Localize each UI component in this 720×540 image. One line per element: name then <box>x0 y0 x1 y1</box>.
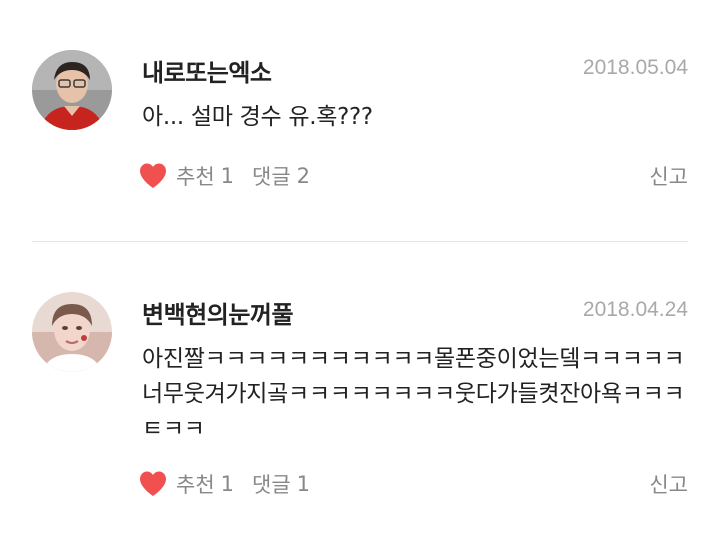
comment-text: 아진짤ㅋㅋㅋㅋㅋㅋㅋㅋㅋㅋㅋ몰폰중이었는뎈ㅋㅋㅋㅋㅋ너무웃겨가지곸ㅋㅋㅋㅋㅋㅋㅋ… <box>142 346 685 442</box>
comment-text: 아... 설마 경수 유.혹??? <box>142 104 373 130</box>
comment-item: 내로또는엑소 2018.05.04 아... 설마 경수 유.혹??? 추천 1… <box>0 0 720 241</box>
user-avatar[interactable] <box>32 292 112 372</box>
comment-actions: 추천 1 댓글 2 신고 <box>138 159 688 193</box>
heart-icon <box>138 470 168 498</box>
like-button[interactable]: 추천 1 <box>138 469 234 499</box>
comment-username[interactable]: 변백현의눈꺼풀 <box>142 295 294 330</box>
like-count: 1 <box>220 472 235 496</box>
heart-icon <box>138 162 168 190</box>
reply-button[interactable]: 댓글 2 <box>252 161 310 191</box>
comment-item: 변백현의눈꺼풀 2018.04.24 아진짤ㅋㅋㅋㅋㅋㅋㅋㅋㅋㅋㅋ몰폰중이었는뎈… <box>0 242 720 540</box>
reply-count: 1 <box>296 472 311 496</box>
like-label: 추천 <box>176 165 215 189</box>
report-button[interactable]: 신고 <box>649 161 688 191</box>
user-avatar-icon <box>32 50 112 130</box>
user-avatar-icon <box>32 292 112 372</box>
reply-button[interactable]: 댓글 1 <box>252 469 310 499</box>
reply-label: 댓글 <box>252 165 291 189</box>
like-button[interactable]: 추천 1 <box>138 161 234 191</box>
comment-username[interactable]: 내로또는엑소 <box>142 53 272 88</box>
like-label: 추천 <box>176 473 215 497</box>
comment-date: 2018.04.24 <box>582 298 688 321</box>
report-button[interactable]: 신고 <box>649 469 688 499</box>
comment-actions: 추천 1 댓글 1 신고 <box>138 467 688 501</box>
comment-date: 2018.05.04 <box>582 56 688 79</box>
like-count: 1 <box>220 164 235 188</box>
user-avatar[interactable] <box>32 50 112 130</box>
reply-count: 2 <box>296 164 311 188</box>
reply-label: 댓글 <box>252 473 291 497</box>
